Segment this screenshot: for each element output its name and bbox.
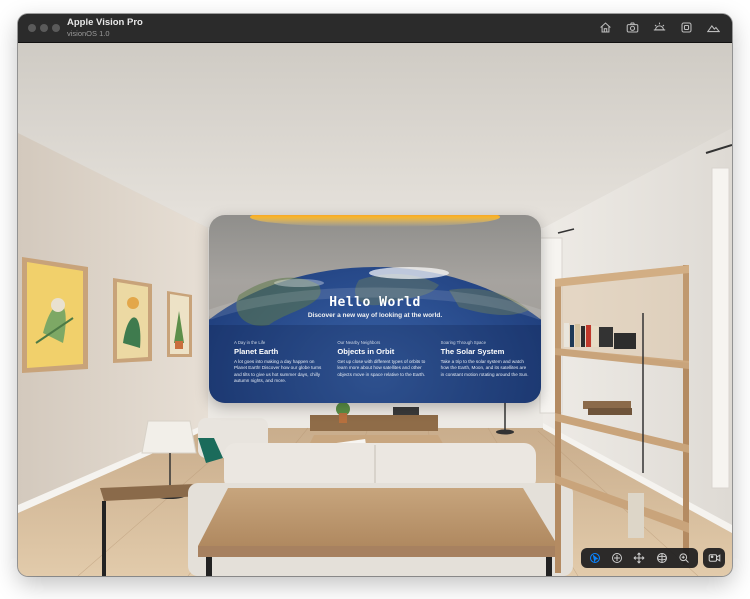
card-objects-in-orbit[interactable]: Our Nearby Neighbors Objects in Orbit Ge… [337,340,426,385]
card-kicker: Soaring Through Space [440,340,486,345]
simulator-window: Apple Vision Pro visionOS 1.0 Hello Worl… [18,14,732,576]
card-planet-earth[interactable]: A Day in the Life Planet Earth A lot goe… [234,340,323,385]
card-body: Take a trip to the solar system and watc… [440,359,529,377]
look-around-icon[interactable] [609,550,625,566]
window-subtitle: visionOS 1.0 [67,28,110,38]
app-title: Hello World [329,295,421,310]
record-icon [708,554,720,562]
hello-world-app-window[interactable]: Hello World Discover a new way of lookin… [209,215,541,403]
simulator-control-toolbar [581,548,698,568]
record-button[interactable] [703,548,725,568]
topic-cards: A Day in the Life Planet Earth A lot goe… [234,340,530,385]
orbit-icon[interactable] [654,550,670,566]
card-title: The Solar System [440,347,505,356]
card-title: Objects in Orbit [337,347,395,356]
card-kicker: A Day in the Life [234,340,266,345]
window-title-block: Apple Vision Pro visionOS 1.0 [67,18,143,37]
card-kicker: Our Nearby Neighbors [337,340,381,345]
zoom-icon[interactable] [676,550,692,566]
app-subtitle: Discover a new way of looking at the wor… [307,312,443,319]
window-icon[interactable] [678,20,695,35]
titlebar-toolbar [597,20,722,35]
title-bar: Apple Vision Pro visionOS 1.0 [18,14,732,43]
card-body: Get up close with different types of orb… [337,359,426,377]
card-solar-system[interactable]: Soaring Through Space The Solar System T… [441,340,530,385]
immersive-viewport[interactable]: Hello World Discover a new way of lookin… [18,43,732,576]
camera-icon[interactable] [624,20,641,35]
pointer-icon[interactable] [587,550,603,566]
brightness-icon[interactable] [651,20,668,35]
card-title: Planet Earth [234,347,279,356]
card-body: A lot goes into making a day happen on P… [234,359,322,384]
landscape-icon[interactable] [705,20,722,35]
home-icon[interactable] [597,20,614,35]
zoom-window-button[interactable] [52,24,60,32]
pan-icon[interactable] [631,550,647,566]
window-title: Apple Vision Pro [67,17,143,28]
close-window-button[interactable] [28,24,36,32]
minimize-window-button[interactable] [40,24,48,32]
